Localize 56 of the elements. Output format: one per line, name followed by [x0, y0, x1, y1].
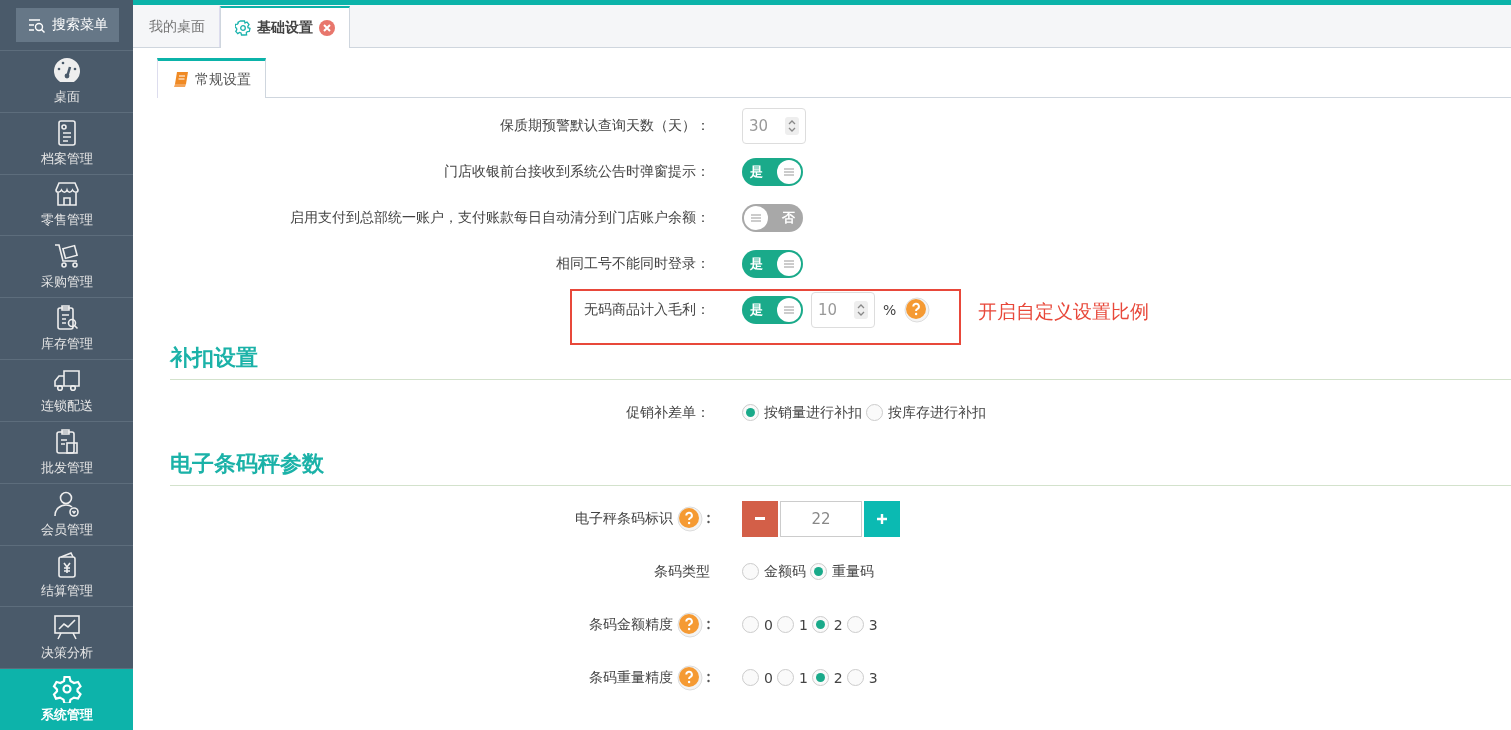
spinner-icon[interactable] — [785, 117, 799, 135]
sidebar-item[interactable]: 连锁配送 — [0, 359, 133, 421]
unit-label: % — [883, 302, 897, 318]
section-title: 电子条码秤参数 — [170, 443, 1511, 486]
setting-label: 条码类型 — [654, 562, 710, 581]
gear-icon — [51, 675, 82, 704]
help-icon[interactable] — [904, 297, 931, 323]
gauge-icon — [51, 56, 82, 85]
search-list-icon — [27, 16, 46, 33]
close-icon[interactable] — [319, 20, 335, 36]
plus-icon — [877, 513, 887, 524]
setting-label: 促销补差单： — [626, 403, 710, 422]
colon-icon — [707, 672, 710, 683]
setting-label: 条码重量精度 — [589, 668, 673, 687]
radio-option[interactable]: 重量码 — [810, 562, 874, 581]
increment-button[interactable] — [864, 500, 900, 537]
chart-board-icon — [51, 613, 82, 642]
minus-icon — [755, 516, 765, 521]
radio-option[interactable]: 金额码 — [742, 562, 806, 581]
page-tab[interactable]: 基础设置 — [220, 6, 350, 48]
setting-label: 相同工号不能同时登录： — [555, 255, 710, 273]
sidebar-item[interactable]: 库存管理 — [0, 297, 133, 360]
lines-icon — [784, 168, 794, 176]
setting-label: 门店收银前台接收到系统公告时弹窗提示： — [443, 163, 710, 181]
settings-icon — [235, 20, 251, 36]
book-icon — [174, 72, 188, 87]
number-field[interactable]: 22 — [780, 500, 862, 537]
help-icon[interactable] — [677, 611, 703, 638]
section-title: 补扣设置 — [170, 337, 1511, 380]
sidebar-item[interactable]: 批发管理 — [0, 420, 133, 483]
colon-icon — [707, 619, 710, 630]
lines-icon — [784, 260, 794, 268]
setting-label: 启用支付到总部统一账户，支付账款每日自动清分到门店账户余额： — [289, 209, 710, 227]
sidebar-item[interactable]: 会员管理 — [0, 482, 133, 545]
sidebar-item[interactable]: 结算管理 — [0, 544, 133, 607]
setting-label: 电子秤条码标识 — [575, 509, 673, 528]
setting-label: 无码商品计入毛利： — [583, 301, 710, 319]
radio-option[interactable]: 按库存进行补扣 — [866, 403, 986, 422]
radio-option[interactable]: 按销量进行补扣 — [742, 403, 862, 422]
settings-tab[interactable]: 常规设置 — [157, 58, 266, 98]
sidebar-item[interactable]: 采购管理 — [0, 235, 133, 298]
setting-label: 保质期预警默认查询天数（天）： — [499, 117, 710, 135]
sidebar-item[interactable]: 零售管理 — [0, 173, 133, 236]
lines-icon — [784, 306, 794, 314]
help-icon[interactable] — [677, 505, 703, 532]
help-icon[interactable] — [677, 664, 703, 691]
setting-label: 条码金额精度 — [589, 615, 673, 634]
user-icon — [51, 489, 82, 518]
annotation-text: 开启自定义设置比例 — [978, 299, 1149, 324]
sidebar-item[interactable]: 档案管理 — [0, 111, 133, 174]
decrement-button[interactable] — [742, 500, 778, 537]
search-menu-button[interactable]: 搜索菜单 — [16, 8, 119, 42]
lines-icon — [751, 214, 761, 222]
sidebar-item[interactable]: 桌面 — [0, 49, 133, 112]
colon-icon — [707, 513, 710, 524]
spinner-icon[interactable] — [854, 301, 868, 319]
